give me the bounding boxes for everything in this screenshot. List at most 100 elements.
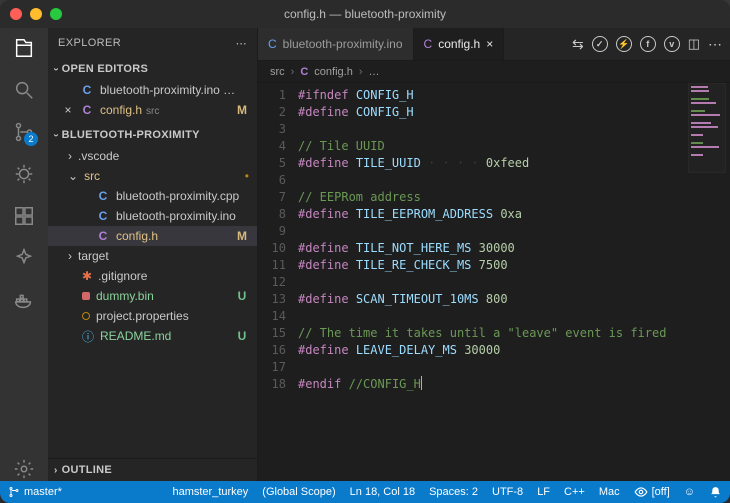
tab-label: bluetooth-proximity.ino xyxy=(283,37,403,51)
tree-item[interactable]: project.properties xyxy=(48,306,257,326)
tree-item[interactable]: Cconfig.h M xyxy=(48,226,257,246)
file-name: bluetooth-proximity.ino … xyxy=(100,83,249,97)
explorer-icon[interactable] xyxy=(12,36,36,60)
status-global[interactable]: (Global Scope) xyxy=(262,486,335,498)
file-type-icon: C xyxy=(96,229,110,243)
close-icon[interactable]: × xyxy=(486,37,493,51)
vcs-status: M xyxy=(235,103,249,117)
file-name: .gitignore xyxy=(98,269,249,283)
file-name: target xyxy=(78,249,249,263)
chevron-down-icon: › xyxy=(50,133,61,137)
line-gutter: 123456789101112131415161718 xyxy=(258,83,294,481)
settings-icon[interactable] xyxy=(12,457,36,481)
git-branch[interactable]: master* xyxy=(8,486,62,498)
status-scope[interactable]: hamster_turkey xyxy=(172,486,248,498)
zoom-window[interactable] xyxy=(50,8,62,20)
code-content[interactable]: #ifndef CONFIG_H#define CONFIG_H // Tile… xyxy=(294,83,730,481)
action-check-icon[interactable]: ✓ xyxy=(592,36,608,52)
project-title[interactable]: › BLUETOOTH-PROXIMITY xyxy=(48,126,257,144)
action-f-icon[interactable]: f xyxy=(640,36,656,52)
action-flash-icon[interactable]: ⚡ xyxy=(616,36,632,52)
editor-tabs: Cbluetooth-proximity.inoCconfig.h × ⇆ ✓ ⚡… xyxy=(258,28,730,61)
file-name: .vscode xyxy=(78,149,249,163)
status-os[interactable]: Mac xyxy=(599,486,620,498)
tree-item[interactable]: Cbluetooth-proximity.ino xyxy=(48,206,257,226)
sidebar: EXPLORER ⋯ › OPEN EDITORS Cbluetooth-pro… xyxy=(48,28,258,481)
close-window[interactable] xyxy=(10,8,22,20)
sparkle-icon[interactable] xyxy=(12,246,36,270)
extensions-icon[interactable] xyxy=(12,204,36,228)
open-editor-item[interactable]: × Cconfig.hsrc M xyxy=(48,100,257,120)
code-editor[interactable]: 123456789101112131415161718 #ifndef CONF… xyxy=(258,83,730,481)
tree-item[interactable]: ›.vscode xyxy=(48,146,257,166)
status-spaces[interactable]: Spaces: 2 xyxy=(429,486,478,498)
tree-item[interactable]: dummy.binU xyxy=(48,286,257,306)
chevron-icon: ⌄ xyxy=(68,169,78,183)
window-controls xyxy=(10,8,62,20)
status-eye[interactable]: [off] xyxy=(634,485,670,499)
binary-icon xyxy=(82,292,90,300)
status-feedback[interactable]: ☺ xyxy=(684,486,695,498)
tree-item[interactable]: ⓘ README.md U xyxy=(48,326,257,346)
open-editors-title[interactable]: › OPEN EDITORS xyxy=(48,60,257,78)
chevron-icon: › xyxy=(68,249,72,263)
file-type-icon: C xyxy=(80,103,94,117)
search-icon[interactable] xyxy=(12,78,36,102)
breadcrumb-more[interactable]: … xyxy=(369,66,380,78)
info-icon: ⓘ xyxy=(82,328,94,345)
chevron-right-icon: › xyxy=(359,66,363,78)
split-editor-icon[interactable]: ◫ xyxy=(688,36,700,52)
file-name: README.md xyxy=(100,329,229,343)
editor-area: Cbluetooth-proximity.inoCconfig.h× ⇆ ✓ ⚡… xyxy=(258,28,730,481)
file-name: bluetooth-proximity.ino xyxy=(116,209,249,223)
outline-title[interactable]: › OUTLINE xyxy=(48,461,257,479)
tree-item[interactable]: ⌄src• xyxy=(48,166,257,186)
file-type-icon: C xyxy=(96,209,110,223)
file-name: bluetooth-proximity.cpp xyxy=(116,189,249,203)
close-icon[interactable]: × xyxy=(62,103,74,117)
compare-icon[interactable]: ⇆ xyxy=(572,36,584,53)
file-type-icon: C xyxy=(268,37,277,51)
sidebar-more-icon[interactable]: ⋯ xyxy=(236,37,247,50)
tree-item[interactable]: Cbluetooth-proximity.cpp xyxy=(48,186,257,206)
breadcrumbs[interactable]: src › C config.h › … xyxy=(258,61,730,83)
file-type-icon: C xyxy=(80,83,94,97)
file-name: config.hsrc xyxy=(100,103,229,117)
editor-tab[interactable]: Cconfig.h× xyxy=(414,28,505,60)
chevron-right-icon: › xyxy=(54,465,58,476)
properties-icon xyxy=(82,312,90,320)
minimap[interactable] xyxy=(688,83,726,173)
open-editors-list: Cbluetooth-proximity.ino … × Cconfig.hsrc M xyxy=(48,78,257,122)
window-title: config.h — bluetooth-proximity xyxy=(0,7,730,21)
tree-item[interactable]: ✱.gitignore xyxy=(48,266,257,286)
tab-label: config.h xyxy=(438,37,480,51)
action-v-icon[interactable]: v xyxy=(664,36,680,52)
scm-badge: 2 xyxy=(24,132,38,146)
source-control-icon[interactable]: 2 xyxy=(12,120,36,144)
status-eol[interactable]: LF xyxy=(537,486,550,498)
status-encoding[interactable]: UTF-8 xyxy=(492,486,523,498)
breadcrumb-folder[interactable]: src xyxy=(270,66,285,78)
status-language[interactable]: C++ xyxy=(564,486,585,498)
file-name: config.h xyxy=(116,229,229,243)
more-icon[interactable]: ⋯ xyxy=(708,36,722,53)
tree-item[interactable]: › target xyxy=(48,246,257,266)
status-position[interactable]: Ln 18, Col 18 xyxy=(350,486,415,498)
minimize-window[interactable] xyxy=(30,8,42,20)
docker-icon[interactable] xyxy=(12,288,36,312)
file-tree: ›.vscode⌄src•Cbluetooth-proximity.cppCbl… xyxy=(48,144,257,348)
breadcrumb-file[interactable]: config.h xyxy=(314,66,353,78)
vcs-status: U xyxy=(235,329,249,343)
editor-tab[interactable]: Cbluetooth-proximity.ino xyxy=(258,28,414,60)
debug-icon[interactable] xyxy=(12,162,36,186)
activity-bar: 2 xyxy=(0,28,48,481)
file-type-icon: C xyxy=(300,66,308,78)
status-bell[interactable] xyxy=(709,486,722,499)
file-name: project.properties xyxy=(96,309,249,323)
vcs-status: M xyxy=(235,229,249,243)
open-editors-section: › OPEN EDITORS Cbluetooth-proximity.ino … xyxy=(48,58,257,124)
sidebar-heading: EXPLORER ⋯ xyxy=(48,28,257,58)
open-editor-item[interactable]: Cbluetooth-proximity.ino … xyxy=(48,80,257,100)
file-name: src xyxy=(84,169,239,183)
chevron-down-icon: › xyxy=(50,67,61,71)
